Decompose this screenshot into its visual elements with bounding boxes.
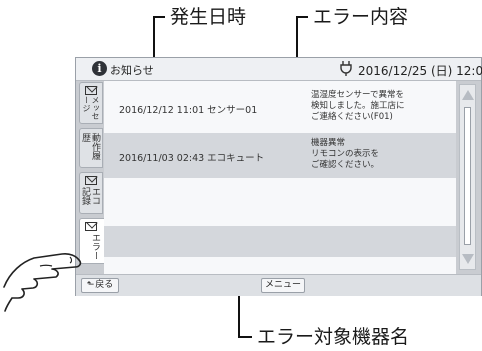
menu-button[interactable]: メニュー bbox=[261, 278, 305, 293]
list-scrollbar[interactable] bbox=[459, 84, 476, 270]
screen-footer: ⬑戻る メニュー bbox=[76, 274, 481, 296]
tab-operation-history[interactable]: 動作履歴 bbox=[79, 128, 103, 168]
list-item[interactable]: 2016/11/03 02:43 エコキュート 機器異常 リモコンの表示を ご確… bbox=[104, 133, 456, 178]
info-icon: i bbox=[92, 61, 107, 76]
row-datetime-device: 2016/12/12 11:01 センサー01 bbox=[119, 105, 258, 116]
error-content-callout: エラー内容 bbox=[313, 6, 409, 28]
row-message: 温湿度センサーで異常を 検知しました。施工店に ご連絡ください(F01) bbox=[311, 90, 405, 122]
row-datetime-device: 2016/11/03 02:43 エコキュート bbox=[119, 153, 265, 164]
scroll-up-arrow-icon[interactable] bbox=[462, 90, 474, 100]
power-plug-icon bbox=[340, 60, 352, 80]
error-device-callout: エラー対象機器名 bbox=[257, 326, 410, 348]
error-list: 2016/12/12 11:01 センサー01 温湿度センサーで異常を 検知しま… bbox=[104, 81, 456, 274]
error-device-leader-h bbox=[238, 336, 252, 338]
list-item[interactable] bbox=[104, 226, 456, 257]
screen-header: i お知らせ 2016/12/25 (日) 12:00 bbox=[76, 58, 482, 81]
pointing-hand-icon bbox=[3, 253, 82, 312]
list-item[interactable] bbox=[104, 257, 456, 274]
tab-message-label: メッセージ bbox=[82, 96, 100, 120]
tab-operation-history-label: 動作履歴 bbox=[80, 133, 100, 160]
envelope-icon bbox=[85, 222, 97, 231]
occurrence-time-callout: 発生日時 bbox=[170, 6, 247, 28]
scroll-down-arrow-icon[interactable] bbox=[462, 254, 474, 264]
envelope-icon bbox=[85, 86, 97, 95]
tab-message[interactable]: メッセージ bbox=[79, 82, 103, 124]
scroll-thumb[interactable] bbox=[464, 107, 471, 245]
list-item[interactable]: 2016/12/12 11:01 センサー01 温湿度センサーで異常を 検知しま… bbox=[104, 81, 456, 133]
current-datetime: 2016/12/25 (日) 12:00 bbox=[358, 64, 482, 78]
tab-eco-record[interactable]: エコ記録 bbox=[79, 172, 103, 214]
screen-title: お知らせ bbox=[110, 64, 154, 77]
tab-eco-record-label: エコ記録 bbox=[80, 187, 100, 205]
list-item[interactable] bbox=[104, 178, 456, 226]
row-message: 機器異常 リモコンの表示を ご確認ください。 bbox=[311, 138, 380, 170]
remote-screen: i お知らせ 2016/12/25 (日) 12:00 メッセージ 動作履歴 エ… bbox=[75, 57, 482, 296]
envelope-icon bbox=[85, 176, 97, 185]
